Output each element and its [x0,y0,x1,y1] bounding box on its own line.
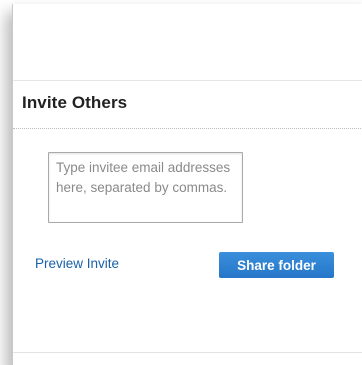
footer-divider [13,352,362,353]
header-divider [13,80,362,81]
stage: Invite Others Preview Invite Share folde… [0,0,362,365]
preview-invite-link[interactable]: Preview Invite [35,256,119,271]
invite-others-heading: Invite Others [22,93,128,112]
invitee-email-box [48,152,243,223]
heading-dotted-divider [13,128,362,129]
share-folder-button[interactable]: Share folder [219,252,334,278]
invite-panel: Invite Others Preview Invite Share folde… [12,4,362,365]
invitee-email-input[interactable] [49,153,242,222]
panel-header-area [13,4,362,80]
